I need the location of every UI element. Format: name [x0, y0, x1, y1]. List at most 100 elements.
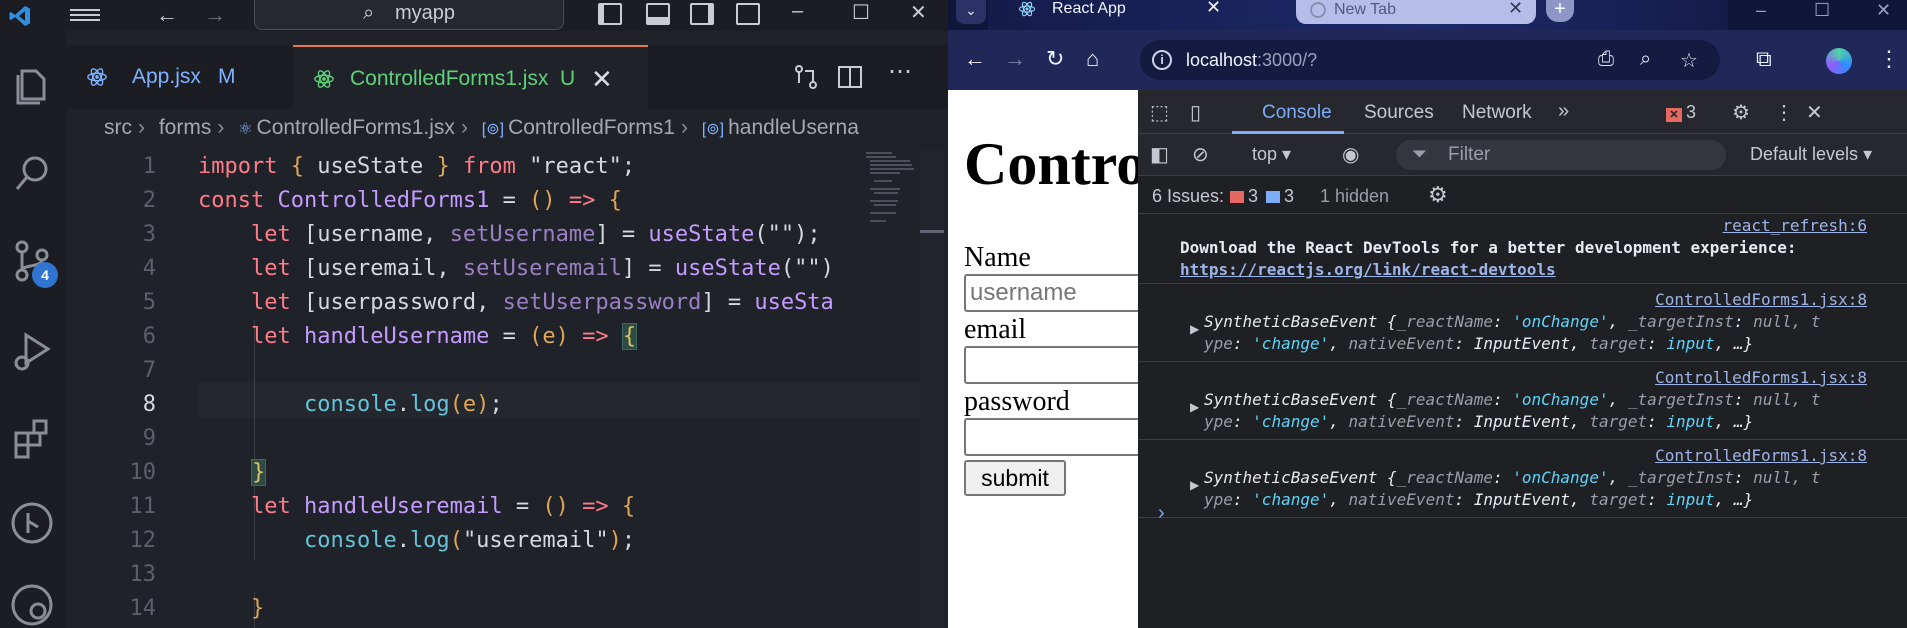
install-app-icon[interactable]: ⎙ [1598, 48, 1614, 71]
reload-icon[interactable]: ↻ [1046, 46, 1064, 72]
code-editor[interactable]: 1 2 3 4 5 6 7 8 9 10 11 12 13 14 import … [66, 150, 926, 628]
home-icon[interactable]: ⌂ [1086, 46, 1099, 72]
code-line-14: } [250, 596, 265, 621]
breadcrumb-file[interactable]: ControlledForms1.jsx [257, 116, 455, 139]
profile-avatar[interactable] [1826, 48, 1852, 74]
maximize-icon[interactable]: ☐ [852, 0, 870, 25]
source-link[interactable]: react_refresh:6 [1723, 216, 1868, 235]
address-bar[interactable]: i localhost:3000/? ⎙ ⌕ ☆ [1140, 40, 1720, 80]
expand-triangle-icon[interactable]: ▶ [1190, 322, 1199, 336]
close-window-icon[interactable]: ✕ [910, 0, 927, 25]
issues-info[interactable]: 3 [1266, 186, 1294, 207]
username-input[interactable]: username [964, 274, 1138, 312]
new-tab-button[interactable]: + [1546, 0, 1574, 22]
source-link[interactable]: ControlledForms1.jsx:8 [1655, 368, 1867, 387]
explorer-icon[interactable] [8, 61, 56, 109]
line-number: 3 [142, 222, 156, 247]
breadcrumb-src[interactable]: src [104, 116, 132, 139]
tab-console[interactable]: Console [1262, 102, 1332, 124]
event-line[interactable]: SyntheticBaseEvent {_reactName: 'onChang… [1204, 468, 1821, 487]
console-prompt-icon[interactable]: › [1158, 502, 1165, 525]
event-line: ype: 'change', nativeEvent: InputEvent, … [1204, 334, 1754, 353]
tab-app-jsx[interactable]: App.jsx M [66, 45, 291, 109]
line-number-active: 8 [142, 392, 156, 417]
more-options-icon[interactable]: ⋮ [1774, 100, 1794, 125]
split-editor-icon[interactable] [836, 63, 864, 91]
toggle-panel-icon[interactable] [646, 3, 670, 25]
toggle-primary-sidebar-icon[interactable] [598, 3, 622, 25]
zoom-icon[interactable]: ⌕ [1640, 48, 1651, 71]
expand-triangle-icon[interactable]: ▶ [1190, 478, 1199, 492]
chrome-window: ⌄ React App ✕ New Tab ✕ + – ☐ ✕ ← → ↻ ⌂ … [948, 0, 1907, 628]
close-tab-icon[interactable]: ✕ [1508, 0, 1523, 17]
console-filter-input[interactable]: ⏷ Filter [1396, 140, 1726, 170]
tab-search-icon[interactable]: ⌄ [956, 0, 986, 24]
clear-console-icon[interactable]: ⊘ [1192, 142, 1209, 167]
chrome-menu-icon[interactable]: ⋮ [1878, 46, 1900, 72]
browser-tab-react-app[interactable]: React App ✕ [1004, 0, 1234, 30]
breadcrumb-forms[interactable]: forms [159, 116, 212, 139]
password-input[interactable] [964, 418, 1138, 456]
tab-network[interactable]: Network [1462, 102, 1532, 124]
sidebar-toggle-icon[interactable]: ◧ [1150, 142, 1169, 167]
devtools-panel: ⬚ ▯ Console Sources Network » ✕ 3 ⚙ ⋮ ✕ ◧… [1138, 90, 1907, 628]
menu-icon[interactable] [70, 6, 100, 26]
context-selector[interactable]: top ▾ [1252, 144, 1291, 165]
react-file-icon [87, 68, 107, 86]
tab-sources[interactable]: Sources [1364, 102, 1434, 124]
live-expression-eye-icon[interactable]: ◉ [1342, 142, 1359, 167]
minimize-icon[interactable]: – [1756, 0, 1766, 21]
log-levels-dropdown[interactable]: Default levels ▾ [1750, 144, 1872, 165]
site-info-icon[interactable]: i [1152, 50, 1172, 70]
source-link[interactable]: ControlledForms1.jsx:8 [1655, 446, 1867, 465]
git-graph-icon[interactable] [8, 499, 56, 547]
forward-arrow-icon[interactable]: → [204, 2, 226, 28]
close-window-icon[interactable]: ✕ [1876, 0, 1891, 21]
close-tab-icon[interactable]: ✕ [1206, 0, 1221, 16]
console-message: ControlledForms1.jsx:8 ▶ SyntheticBaseEv… [1138, 362, 1907, 440]
scrollbar-thumb[interactable] [920, 230, 944, 233]
issues-settings-icon[interactable]: ⚙ [1428, 182, 1448, 208]
console-message: ControlledForms1.jsx:8 ▶ SyntheticBaseEv… [1138, 284, 1907, 362]
run-debug-icon[interactable] [8, 327, 56, 375]
settings-gear-icon[interactable]: ⚙ [1732, 100, 1750, 125]
minimize-icon[interactable]: – [792, 0, 803, 23]
remote-explorer-icon[interactable] [8, 581, 56, 628]
issues-errors[interactable]: 3 [1230, 186, 1258, 207]
customize-layout-icon[interactable] [736, 3, 760, 25]
vscode-window: ← → ⌕ myapp – ☐ ✕ 4 App.jsx M Controlled… [0, 0, 948, 628]
more-tabs-icon[interactable]: » [1558, 100, 1569, 123]
breadcrumb-function[interactable]: handleUserna [728, 116, 859, 139]
command-center-search[interactable]: ⌕ myapp [254, 0, 564, 30]
close-tab-icon[interactable]: ✕ [591, 47, 613, 111]
breadcrumb-component[interactable]: ControlledForms1 [508, 116, 675, 139]
inspect-element-icon[interactable]: ⬚ [1150, 100, 1169, 125]
extensions-icon[interactable]: ⧉ [1756, 46, 1772, 72]
expand-triangle-icon[interactable]: ▶ [1190, 400, 1199, 414]
maximize-icon[interactable]: ☐ [1814, 0, 1830, 21]
close-devtools-icon[interactable]: ✕ [1806, 100, 1823, 125]
back-icon[interactable]: ← [964, 46, 986, 72]
extensions-icon[interactable] [8, 415, 56, 463]
editor-scrollbar[interactable] [920, 150, 944, 628]
search-icon[interactable] [8, 149, 56, 197]
bookmark-star-icon[interactable]: ☆ [1680, 48, 1698, 73]
code-line-11: let handleUseremail = () => { [250, 494, 636, 519]
browser-tab-new-tab[interactable]: New Tab ✕ [1296, 0, 1536, 24]
submit-button[interactable]: submit [964, 460, 1066, 496]
react-devtools-link[interactable]: https://reactjs.org/link/react-devtools [1180, 260, 1556, 279]
event-line[interactable]: SyntheticBaseEvent {_reactName: 'onChang… [1204, 390, 1821, 409]
more-actions-icon[interactable]: ⋯ [888, 57, 916, 85]
back-arrow-icon[interactable]: ← [156, 2, 178, 28]
source-link[interactable]: ControlledForms1.jsx:8 [1655, 290, 1867, 309]
email-input[interactable] [964, 346, 1138, 384]
toggle-secondary-sidebar-icon[interactable] [690, 3, 714, 25]
forward-icon[interactable]: → [1004, 46, 1026, 72]
event-line[interactable]: SyntheticBaseEvent {_reactName: 'onChang… [1204, 312, 1821, 331]
minimap[interactable] [866, 150, 926, 230]
url-text: localhost:3000/? [1186, 50, 1317, 71]
tab-controlledforms1-jsx[interactable]: ControlledForms1.jsx U ✕ [293, 45, 648, 109]
device-toolbar-icon[interactable]: ▯ [1190, 100, 1201, 125]
open-changes-icon[interactable] [792, 63, 820, 91]
error-counter[interactable]: ✕ 3 [1666, 102, 1696, 123]
